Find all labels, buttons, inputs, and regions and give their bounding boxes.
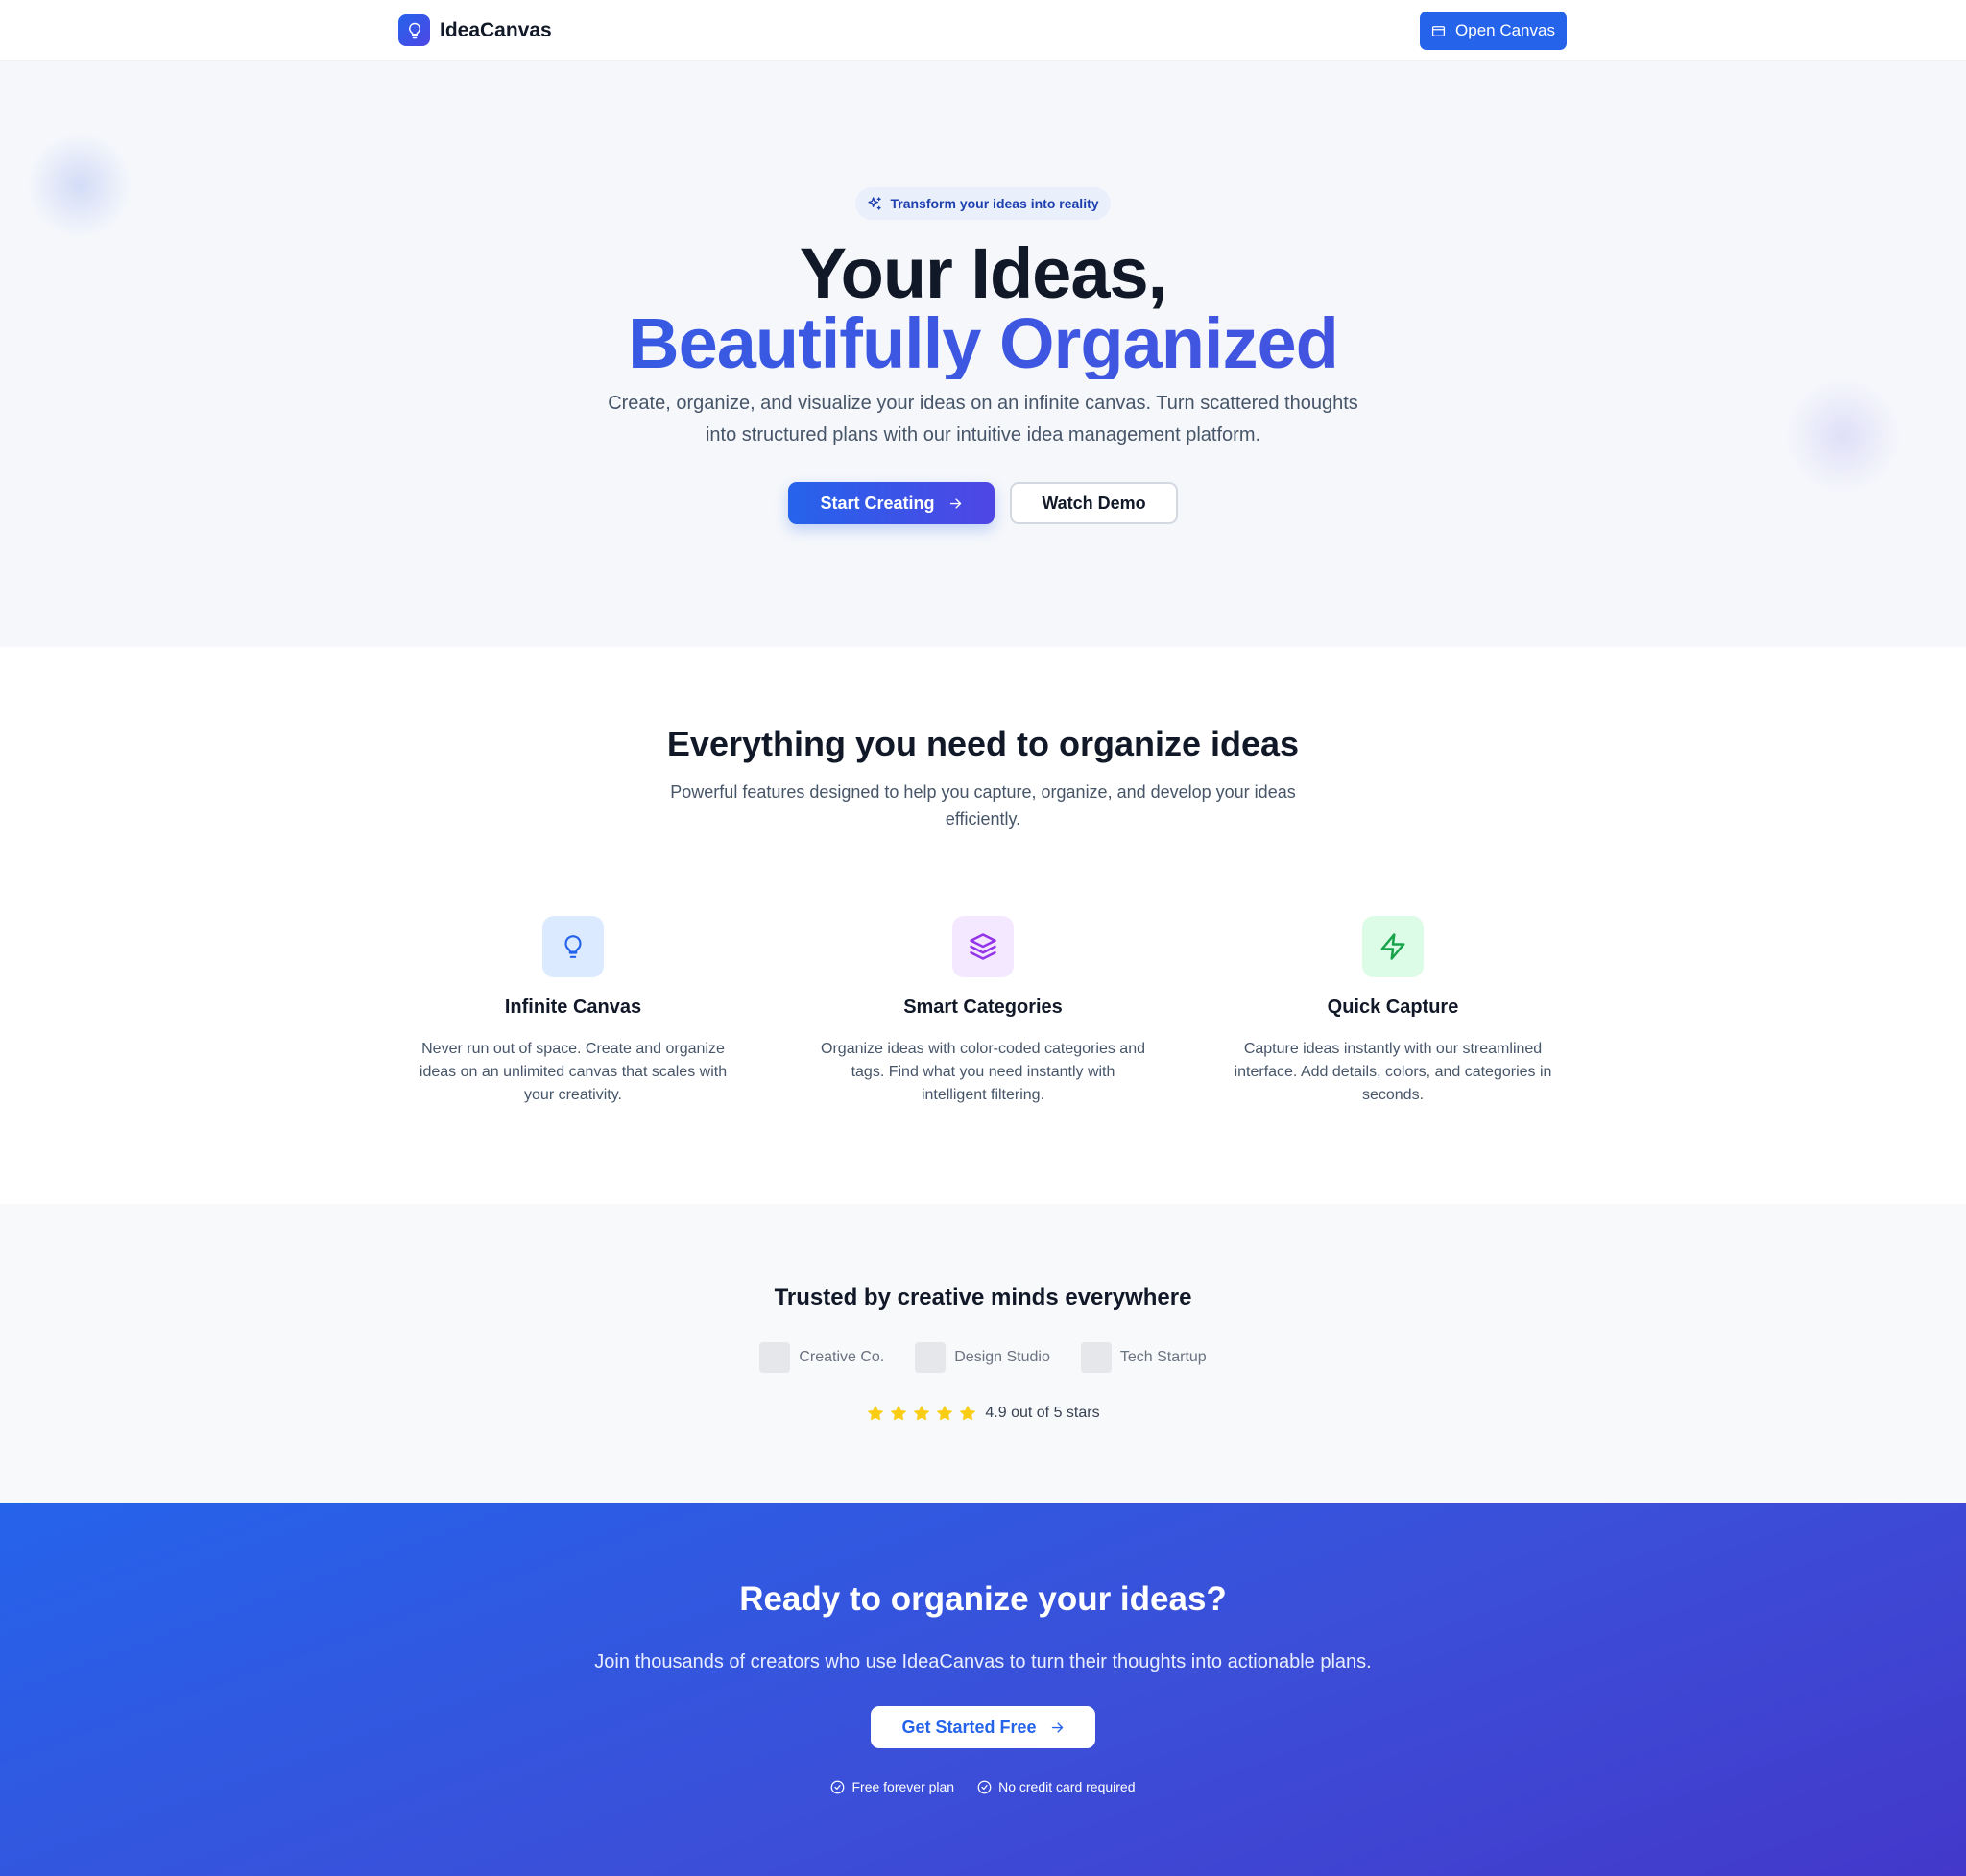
sparkles-icon xyxy=(868,197,882,210)
feature-description: Capture ideas instantly with our streaml… xyxy=(1234,1041,1552,1103)
star-icon xyxy=(937,1405,953,1421)
company-name: Design Studio xyxy=(954,1349,1050,1365)
feature-card-smart-categories: Smart Categories Organize ideas with col… xyxy=(820,916,1146,1107)
perk-item: No credit card required xyxy=(977,1779,1136,1794)
top-navbar: IdeaCanvas Open Canvas xyxy=(0,0,1966,61)
feature-card-quick-capture: Quick Capture Capture ideas instantly wi… xyxy=(1230,916,1556,1107)
arrow-right-icon xyxy=(949,497,961,509)
hero-badge: Transform your ideas into reality xyxy=(855,187,1111,220)
company-name: Creative Co. xyxy=(799,1349,885,1365)
cta-perks: Free forever plan No credit card require… xyxy=(0,1779,1966,1794)
star-icon xyxy=(960,1405,976,1421)
perk-text: No credit card required xyxy=(998,1779,1136,1794)
lightning-icon xyxy=(1362,916,1424,977)
feature-title: Quick Capture xyxy=(1327,997,1459,1018)
check-circle-icon xyxy=(977,1780,992,1793)
star-icon xyxy=(868,1405,884,1421)
open-canvas-label: Open Canvas xyxy=(1455,21,1555,39)
lightbulb-icon xyxy=(398,14,430,46)
watch-demo-button[interactable]: Watch Demo xyxy=(1010,482,1178,524)
brand-name: IdeaCanvas xyxy=(440,18,552,41)
company-logo: Tech Startup xyxy=(1080,1342,1207,1373)
logo-placeholder xyxy=(1080,1342,1112,1373)
cta-title: Ready to organize your ideas? xyxy=(739,1580,1227,1618)
decorative-blob xyxy=(27,132,132,238)
logo-placeholder xyxy=(915,1342,947,1373)
feature-description: Never run out of space. Create and organ… xyxy=(419,1041,728,1103)
star-rating xyxy=(866,1404,977,1423)
trusted-section: Trusted by creative minds everywhere Cre… xyxy=(0,1204,1966,1503)
hero-section: Transform your ideas into reality Your I… xyxy=(0,61,1966,647)
watch-demo-label: Watch Demo xyxy=(1042,493,1146,513)
hero-title-line2: Beautifully Organized xyxy=(0,308,1966,379)
cta-section: Ready to organize your ideas? Join thous… xyxy=(0,1503,1966,1876)
start-creating-label: Start Creating xyxy=(820,493,935,513)
window-icon xyxy=(1431,25,1446,36)
layers-icon xyxy=(952,916,1014,977)
feature-card-infinite-canvas: Infinite Canvas Never run out of space. … xyxy=(410,916,736,1107)
lightbulb-icon xyxy=(542,916,604,977)
hero-subtitle: Create, organize, and visualize your ide… xyxy=(608,393,1358,445)
open-canvas-button[interactable]: Open Canvas xyxy=(1420,12,1567,50)
features-subtitle: Powerful features designed to help you c… xyxy=(670,782,1296,829)
perk-text: Free forever plan xyxy=(851,1779,955,1794)
feature-description: Organize ideas with color-coded categori… xyxy=(821,1041,1145,1103)
feature-title: Smart Categories xyxy=(903,997,1063,1018)
company-logo: Design Studio xyxy=(915,1342,1050,1373)
company-name: Tech Startup xyxy=(1119,1349,1207,1365)
arrow-right-icon xyxy=(1051,1721,1063,1733)
company-logo: Creative Co. xyxy=(759,1342,884,1373)
feature-title: Infinite Canvas xyxy=(504,997,642,1018)
star-icon xyxy=(891,1405,907,1421)
rating-text: 4.9 out of 5 stars xyxy=(985,1405,1100,1421)
brand[interactable]: IdeaCanvas xyxy=(398,14,552,46)
perk-item: Free forever plan xyxy=(830,1779,954,1794)
features-title: Everything you need to organize ideas xyxy=(666,724,1300,763)
cta-subtitle: Join thousands of creators who use IdeaC… xyxy=(594,1651,1372,1672)
trusted-title: Trusted by creative minds everywhere xyxy=(774,1285,1192,1311)
get-started-button[interactable]: Get Started Free xyxy=(871,1706,1095,1748)
features-section: Everything you need to organize ideas Po… xyxy=(0,647,1966,1204)
hero-badge-text: Transform your ideas into reality xyxy=(890,196,1099,211)
start-creating-button[interactable]: Start Creating xyxy=(788,482,995,524)
star-icon xyxy=(914,1405,930,1421)
decorative-blob xyxy=(1786,378,1901,493)
get-started-label: Get Started Free xyxy=(901,1717,1037,1737)
company-logos: Creative Co. Design Studio Tech Startup xyxy=(0,1342,1966,1373)
rating: 4.9 out of 5 stars xyxy=(0,1404,1966,1423)
logo-placeholder xyxy=(759,1342,791,1373)
check-circle-icon xyxy=(831,1780,845,1793)
hero-title-line1: Your Ideas, xyxy=(799,233,1167,313)
